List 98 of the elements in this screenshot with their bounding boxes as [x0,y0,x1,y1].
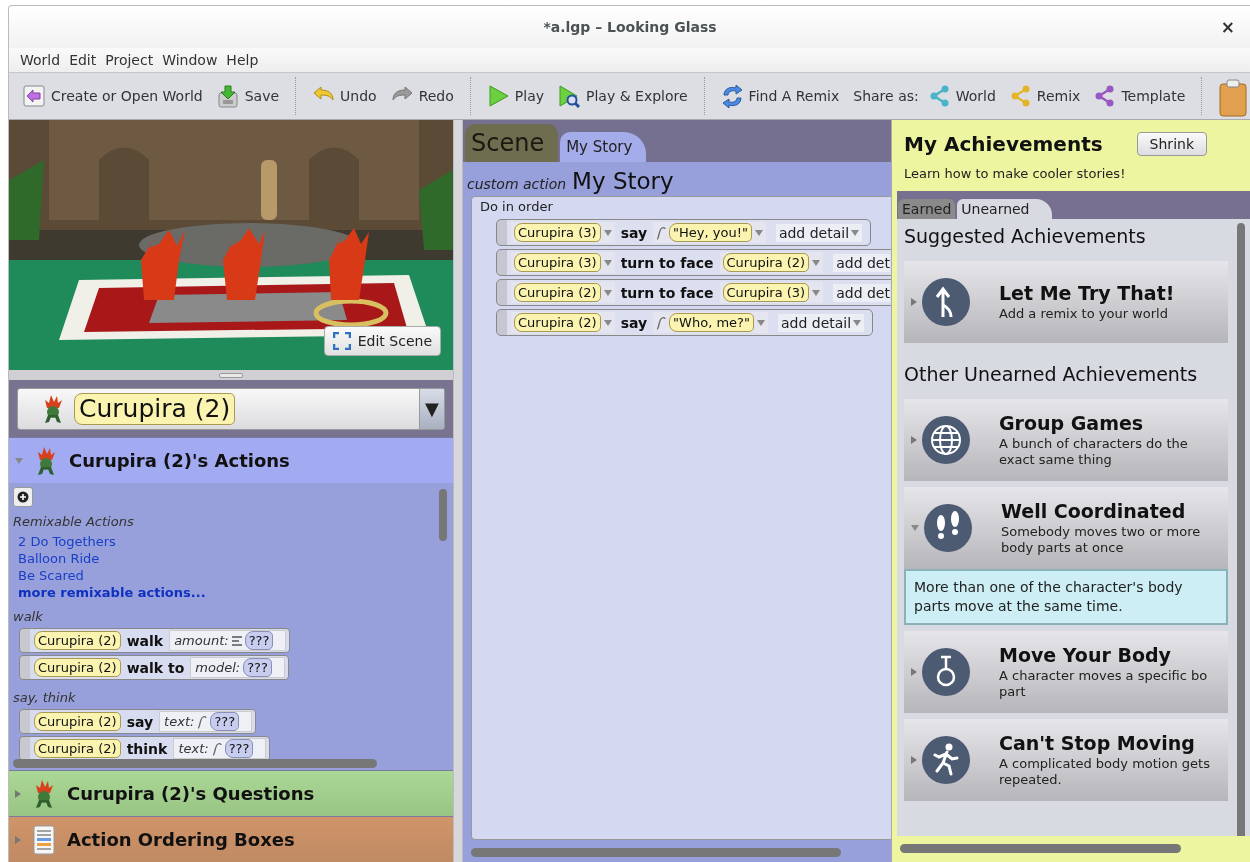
more-link[interactable]: more remixable actions... [13,584,206,601]
menu-item[interactable]: Project [105,52,154,68]
action-name: My Story [572,168,674,194]
object-tile: "Hey, you!" [669,223,752,242]
action-tile[interactable]: Curupira (2) think text: ??? [19,736,271,761]
object-tile: Curupira (2) [514,313,601,332]
section-heading: Suggested Achievements [904,225,1147,247]
toolbar-button[interactable]: Save [212,82,284,110]
block-label: Do in order [480,199,553,214]
verb-label: walk to [126,659,185,676]
object-tile: ??? [210,712,240,731]
category-heading: Remixable Actions [13,514,134,529]
parameter-label: text: [164,714,195,729]
object-tile: Curupira (3) [514,253,601,272]
menu-item[interactable]: Help [226,52,259,68]
achievement-card[interactable]: Let Me Try That! Add a remix to your world [904,261,1228,343]
achievement-description: Somebody moves two or more body parts at once [1001,524,1201,556]
verb-label: think [126,740,168,757]
add-detail-dropdown[interactable]: add detail [775,223,863,242]
object-tile: Curupira (2) [34,712,121,731]
section-header[interactable]: Action Ordering Boxes [9,816,453,862]
share-button[interactable]: World [924,83,1000,109]
achievement-title: Can't Stop Moving [999,732,1196,754]
parameter-label: text: [178,741,209,756]
object-tile: Curupira (2) [514,283,601,302]
achievement-description: A bunch of characters do the exact same thing [999,436,1188,468]
section-header[interactable]: Curupira (2)'s Questions [9,770,453,816]
object-tile: ??? [244,631,274,650]
parameter-label: amount: [174,633,229,648]
achievement-detail: More than one of the character's body parts move at the same time. [904,569,1228,625]
share-button[interactable]: Remix [1005,83,1085,109]
close-button[interactable]: × [1216,17,1239,37]
toolbar-button[interactable]: Create or Open World [19,82,207,110]
section-title: Curupira (2)'s Actions [69,450,290,471]
achievement-card[interactable]: Group Games A bunch of characters do the exact same thing [904,399,1228,481]
object-tile: Curupira (2) [34,658,121,677]
object-tile: Curupira (3) [514,223,601,242]
verb-label: say [126,713,154,730]
menu-item[interactable]: Edit [69,52,97,68]
achievement-tab[interactable]: Earned [898,199,956,219]
object-tile: Curupira (2) [74,392,236,425]
add-detail-dropdown[interactable]: add detail [777,313,865,332]
achievement-description: Add a remix to your world [999,306,1169,322]
achievement-title: Well Coordinated [1001,500,1187,522]
object-tile: ??? [224,739,254,758]
verb-label: turn to face [620,254,714,271]
parameter-label: model: [195,660,241,675]
verb-label: turn to face [620,284,714,301]
verb-label: walk [126,632,164,649]
achievement-title: Move Your Body [999,644,1172,666]
statement-block[interactable]: Curupira (3) say "Hey, you!" add detail [496,219,872,246]
editor-tab[interactable]: My Story [560,132,647,162]
achievement-description: A complicated body motion gets repeated. [999,756,1210,788]
achievement-tab[interactable]: Unearned [957,199,1052,219]
category-heading: walk [13,609,43,624]
section-header[interactable]: Curupira (2)'s Actions [9,437,453,483]
toolbar-button[interactable]: Play [482,82,549,110]
menu-item[interactable]: World [20,52,61,68]
add-detail-dropdown[interactable]: add det [833,283,890,302]
share-button[interactable]: Template [1090,83,1190,109]
shrink-button[interactable]: Shrink [1136,132,1207,156]
achievement-title: Let Me Try That! [999,282,1175,304]
object-tile: Curupira (2) [34,739,121,758]
statement-block[interactable]: Curupira (2) turn to face Curupira (3) add det [496,279,891,306]
share-label: Share as: [853,88,919,104]
menu-item[interactable]: Window [162,52,218,68]
action-tile[interactable]: Curupira (2) walk to model: ??? [19,655,289,680]
verb-label: say [620,224,648,241]
toolbar-button[interactable]: Redo [386,82,458,110]
achievement-card[interactable]: Well Coordinated Somebody moves two or more body parts at once [904,487,1228,569]
window-title: *a.lgp – Looking Glass [543,19,717,35]
action-tile[interactable]: Curupira (2) say text: ??? [19,709,257,734]
action-tile[interactable]: Curupira (2) walk amount: ??? [19,628,291,653]
achievement-title: Group Games [999,412,1145,434]
statement-block[interactable]: Curupira (3) turn to face Curupira (2) add det [496,249,891,276]
object-tile: "Who, me?" [669,313,754,332]
object-tile: Curupira (3) [722,283,810,302]
verb-label: say [620,314,648,331]
section-title: Curupira (2)'s Questions [67,783,315,804]
edit-scene-button[interactable]: Edit Scene [323,326,441,356]
toolbar-button[interactable]: Undo [308,82,381,110]
category-heading: say, think [13,690,76,705]
action-kind-label: custom action [467,176,567,192]
toolbar-button[interactable]: Play & Explore [554,82,692,110]
object-tile: ??? [243,658,272,677]
toolbar-button[interactable]: Find A Remix [716,82,844,110]
character-dropdown[interactable]: Curupira (2) ▼ [17,387,445,430]
statement-block[interactable]: Curupira (2) say "Who, me?" add detail [496,309,874,336]
section-title: Action Ordering Boxes [67,829,295,850]
add-detail-dropdown[interactable]: add det [833,253,890,272]
achievement-card[interactable]: Can't Stop Moving A complicated body motion gets repeated. [904,719,1228,801]
achievement-description: A character moves a specific bo part [999,668,1208,700]
achievement-card[interactable]: Move Your Body A character moves a specific bo part [904,631,1228,713]
panel-title: My Achievements [904,132,1103,156]
panel-subtitle: Learn how to make cooler stories! [903,165,1127,183]
section-heading: Other Unearned Achievements [904,363,1199,385]
object-tile: Curupira (2) [34,631,121,650]
object-tile: Curupira (2) [722,253,810,272]
